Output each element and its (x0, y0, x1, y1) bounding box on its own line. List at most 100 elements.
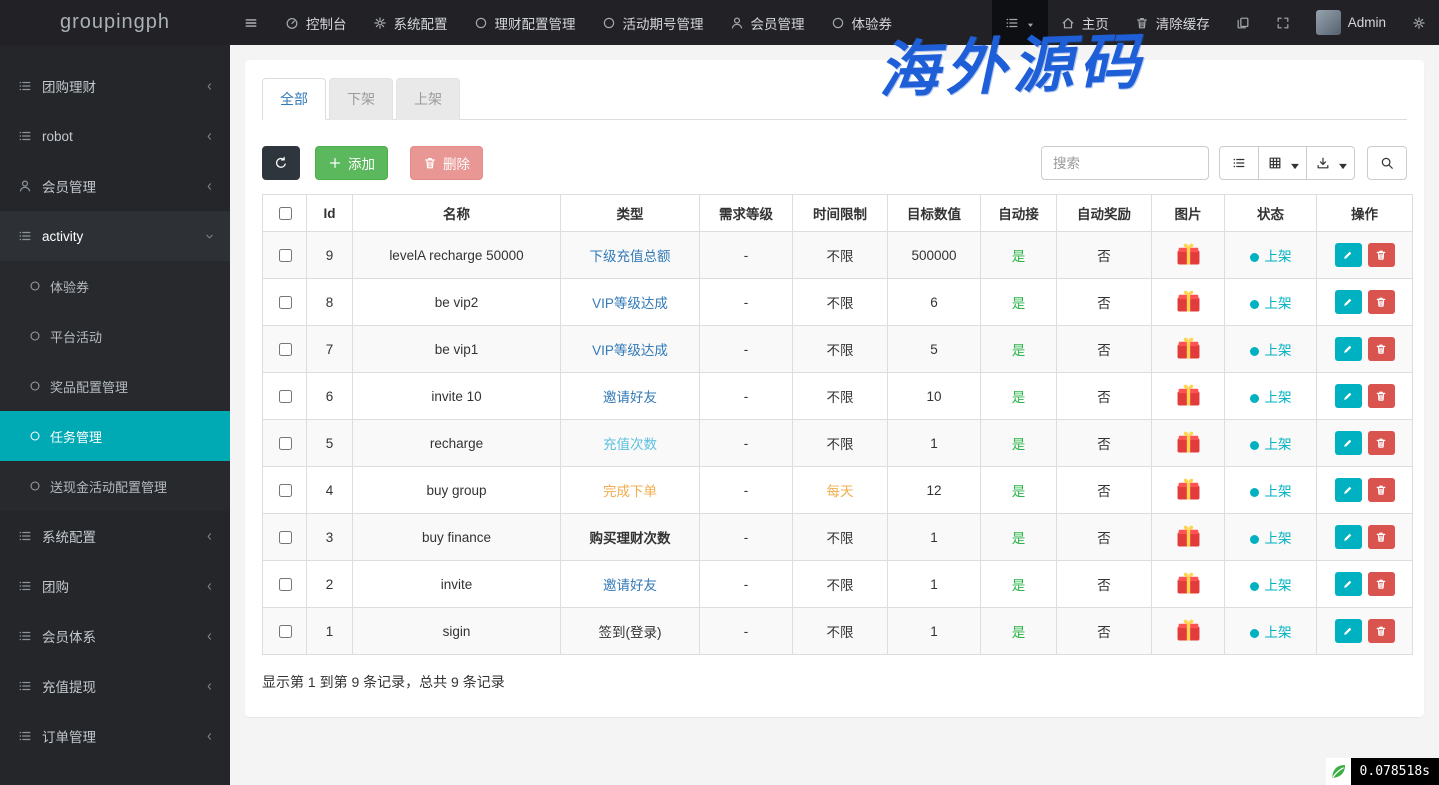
delete-row-button[interactable] (1368, 243, 1395, 267)
table-search-button[interactable] (1367, 146, 1407, 180)
edit-row-button[interactable] (1335, 619, 1362, 643)
column-header[interactable]: 类型 (561, 195, 700, 232)
delete-row-button[interactable] (1368, 431, 1395, 455)
sidebar-subitem-3[interactable]: 任务管理 (0, 411, 230, 461)
topnav-item-2[interactable]: 理财配置管理 (461, 0, 589, 45)
row-checkbox[interactable] (279, 296, 292, 309)
nav-fullscreen-button[interactable] (1263, 0, 1303, 45)
auto-accept-toggle[interactable]: 是 (1012, 625, 1026, 640)
delete-row-button[interactable] (1368, 478, 1395, 502)
type-link[interactable]: 邀请好友 (603, 390, 657, 405)
delete-row-button[interactable] (1368, 525, 1395, 549)
column-header[interactable]: 状态 (1225, 195, 1317, 232)
delete-button[interactable]: 删除 (410, 146, 483, 180)
sidebar-item-0[interactable]: 团购理财 (0, 61, 230, 111)
nav-settings-button[interactable] (1399, 0, 1439, 45)
sidebar-item-2[interactable]: 会员管理 (0, 161, 230, 211)
auto-reward-toggle[interactable]: 否 (1097, 296, 1111, 311)
sidebar-toggle[interactable] (230, 0, 272, 45)
auto-accept-toggle[interactable]: 是 (1012, 484, 1026, 499)
sidebar-item-5[interactable]: 团购 (0, 561, 230, 611)
row-checkbox[interactable] (279, 390, 292, 403)
row-checkbox[interactable] (279, 625, 292, 638)
auto-reward-toggle[interactable]: 否 (1097, 625, 1111, 640)
add-button[interactable]: 添加 (315, 146, 388, 180)
auto-accept-toggle[interactable]: 是 (1012, 343, 1026, 358)
toggle-view-button[interactable] (1219, 146, 1259, 180)
topnav-item-3[interactable]: 活动期号管理 (589, 0, 717, 45)
column-header[interactable]: 时间限制 (793, 195, 888, 232)
column-header[interactable]: Id (307, 195, 353, 232)
type-link[interactable]: 充值次数 (603, 437, 657, 452)
tab-all[interactable]: 全部 (262, 78, 326, 120)
sidebar-item-4[interactable]: 系统配置 (0, 511, 230, 561)
sidebar-subitem-1[interactable]: 平台活动 (0, 311, 230, 361)
auto-accept-toggle[interactable]: 是 (1012, 296, 1026, 311)
sidebar-item-3[interactable]: activity (0, 211, 230, 261)
delete-row-button[interactable] (1368, 619, 1395, 643)
topnav-item-0[interactable]: 控制台 (272, 0, 360, 45)
column-header[interactable]: 名称 (353, 195, 561, 232)
edit-row-button[interactable] (1335, 243, 1362, 267)
delete-row-button[interactable] (1368, 290, 1395, 314)
export-button[interactable] (1306, 146, 1355, 180)
edit-row-button[interactable] (1335, 525, 1362, 549)
edit-row-button[interactable] (1335, 431, 1362, 455)
row-checkbox[interactable] (279, 484, 292, 497)
type-link[interactable]: VIP等级达成 (592, 343, 668, 358)
tab-offline[interactable]: 下架 (329, 78, 393, 120)
sidebar-item-7[interactable]: 充值提现 (0, 661, 230, 711)
columns-button[interactable] (1258, 146, 1307, 180)
type-link[interactable]: 签到(登录) (599, 625, 662, 640)
column-header[interactable]: 自动接 (981, 195, 1057, 232)
auto-reward-toggle[interactable]: 否 (1097, 390, 1111, 405)
nav-clear-cache-button[interactable]: 清除缓存 (1122, 0, 1223, 45)
edit-row-button[interactable] (1335, 290, 1362, 314)
column-header[interactable]: 目标数值 (888, 195, 981, 232)
column-header[interactable]: 图片 (1152, 195, 1225, 232)
sidebar-item-8[interactable]: 订单管理 (0, 711, 230, 761)
select-all-checkbox[interactable] (279, 207, 292, 220)
nav-home-button[interactable]: 主页 (1048, 0, 1122, 45)
sidebar-subitem-0[interactable]: 体验券 (0, 261, 230, 311)
auto-reward-toggle[interactable]: 否 (1097, 343, 1111, 358)
type-link[interactable]: 邀请好友 (603, 578, 657, 593)
row-checkbox[interactable] (279, 437, 292, 450)
edit-row-button[interactable] (1335, 572, 1362, 596)
type-link[interactable]: VIP等级达成 (592, 296, 668, 311)
edit-row-button[interactable] (1335, 337, 1362, 361)
row-checkbox[interactable] (279, 249, 292, 262)
nav-copy-button[interactable] (1223, 0, 1263, 45)
auto-accept-toggle[interactable]: 是 (1012, 437, 1026, 452)
type-link[interactable]: 完成下单 (603, 484, 657, 499)
column-header[interactable]: 操作 (1317, 195, 1413, 232)
sidebar-subitem-2[interactable]: 奖品配置管理 (0, 361, 230, 411)
column-header[interactable]: 自动奖励 (1057, 195, 1152, 232)
edit-row-button[interactable] (1335, 478, 1362, 502)
type-link[interactable]: 下级充值总额 (590, 249, 671, 264)
search-input[interactable] (1041, 146, 1209, 180)
row-checkbox[interactable] (279, 343, 292, 356)
row-checkbox[interactable] (279, 531, 292, 544)
delete-row-button[interactable] (1368, 337, 1395, 361)
row-checkbox[interactable] (279, 578, 292, 591)
topnav-item-1[interactable]: 系统配置 (360, 0, 461, 45)
topnav-item-4[interactable]: 会员管理 (717, 0, 818, 45)
sidebar-subitem-4[interactable]: 送现金活动配置管理 (0, 461, 230, 511)
nav-menu-toggle[interactable] (992, 0, 1048, 45)
auto-reward-toggle[interactable]: 否 (1097, 437, 1111, 452)
auto-reward-toggle[interactable]: 否 (1097, 484, 1111, 499)
auto-reward-toggle[interactable]: 否 (1097, 249, 1111, 264)
auto-reward-toggle[interactable]: 否 (1097, 578, 1111, 593)
auto-reward-toggle[interactable]: 否 (1097, 531, 1111, 546)
refresh-button[interactable] (262, 146, 300, 180)
auto-accept-toggle[interactable]: 是 (1012, 390, 1026, 405)
edit-row-button[interactable] (1335, 384, 1362, 408)
nav-user-menu[interactable]: Admin (1303, 0, 1399, 45)
auto-accept-toggle[interactable]: 是 (1012, 249, 1026, 264)
auto-accept-toggle[interactable]: 是 (1012, 578, 1026, 593)
topnav-item-5[interactable]: 体验券 (818, 0, 906, 45)
delete-row-button[interactable] (1368, 384, 1395, 408)
tab-online[interactable]: 上架 (396, 78, 460, 120)
sidebar-item-6[interactable]: 会员体系 (0, 611, 230, 661)
